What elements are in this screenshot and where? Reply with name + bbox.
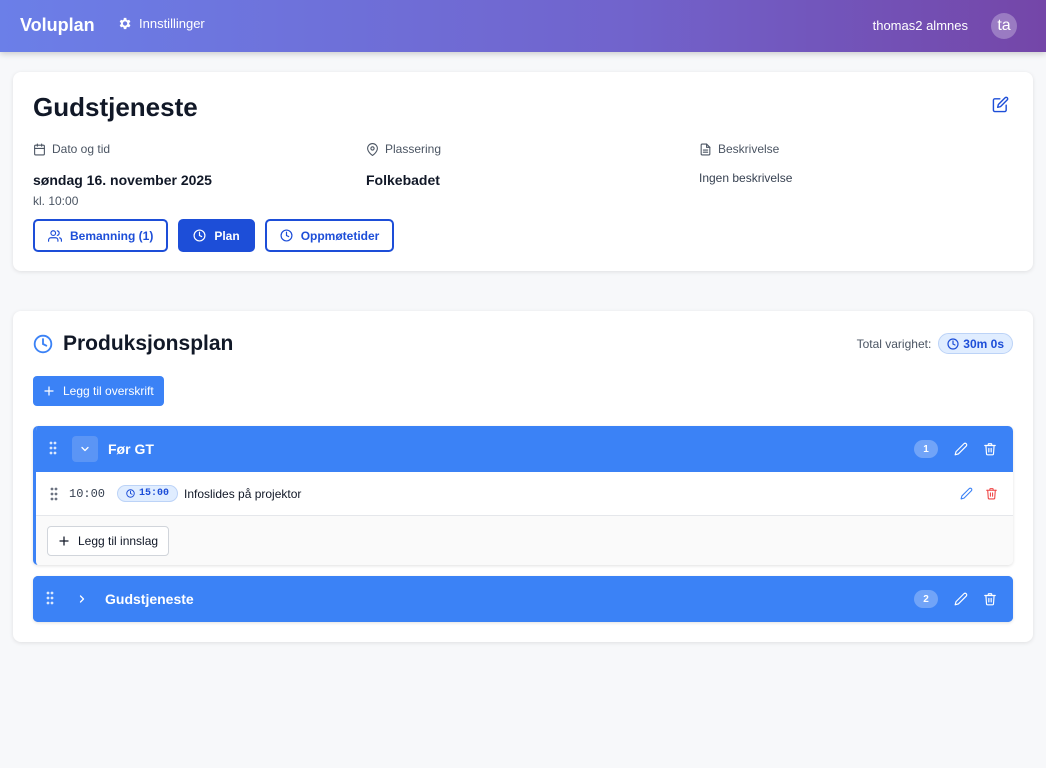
clock-icon — [947, 337, 959, 350]
location-label: Plassering — [385, 142, 442, 156]
tab-oppmotetider[interactable]: Oppmøtetider — [264, 219, 395, 252]
edit-item-button[interactable] — [960, 487, 973, 500]
add-item-button[interactable]: Legg til innslag — [47, 526, 170, 556]
item-duration: 15:00 — [139, 488, 170, 499]
chevron-right-icon — [76, 593, 88, 605]
calendar-icon — [33, 143, 46, 156]
clock-icon — [126, 489, 135, 498]
event-tabs: Bemanning (1) Plan Oppmøtetider — [33, 219, 395, 252]
collapse-toggle[interactable] — [72, 436, 98, 462]
item-start-time: 10:00 — [69, 487, 106, 501]
location-info: Plassering Folkebadet — [366, 142, 441, 188]
description-info: Beskrivelse Ingen beskrivelse — [699, 142, 792, 185]
plan-section: Før GT 1 10:00 15:00 Infoslides på proje… — [33, 426, 1013, 565]
plus-icon — [43, 385, 55, 397]
duration-badge: 30m 0s — [938, 333, 1013, 354]
total-duration-label: Total varighet: — [856, 336, 932, 351]
description-value: Ingen beskrivelse — [699, 171, 793, 185]
trash-icon — [985, 487, 998, 500]
plan-section: Gudstjeneste 2 — [33, 576, 1013, 622]
top-bar: Voluplan Innstillinger thomas2 almnes ta — [0, 0, 1046, 52]
page-title: Gudstjeneste — [33, 92, 198, 122]
add-heading-label: Legg til overskrift — [63, 384, 154, 398]
clock-icon — [33, 334, 53, 354]
edit-event-button[interactable] — [992, 96, 1009, 113]
total-duration-value: 30m 0s — [963, 336, 1004, 351]
list-item: 10:00 15:00 Infoslides på projektor — [36, 472, 1013, 516]
date-label: Dato og tid — [52, 142, 111, 156]
add-item-label: Legg til innslag — [78, 534, 159, 548]
section-header: Gudstjeneste 2 — [33, 576, 1013, 622]
section-title: Gudstjeneste — [105, 591, 194, 607]
section-header: Før GT 1 — [36, 426, 1013, 472]
edit-section-button[interactable] — [954, 442, 968, 456]
delete-section-button[interactable] — [983, 592, 997, 606]
drag-handle-icon[interactable] — [50, 487, 58, 501]
avatar[interactable]: ta — [991, 13, 1017, 39]
expand-toggle[interactable] — [69, 586, 95, 612]
date-value: søndag 16. november 2025 — [33, 172, 212, 188]
date-info: Dato og tid søndag 16. november 2025 kl.… — [33, 142, 212, 208]
tab-label: Oppmøtetider — [300, 228, 380, 243]
pencil-icon — [954, 592, 968, 606]
tab-label: Bemanning (1) — [70, 228, 154, 243]
user-name[interactable]: thomas2 almnes — [873, 18, 968, 33]
clock-icon — [280, 229, 293, 242]
pencil-icon — [960, 487, 973, 500]
settings-label: Innstillinger — [139, 16, 205, 31]
event-card: Gudstjeneste Dato og tid søndag 16. nove… — [13, 72, 1033, 271]
settings-link[interactable]: Innstillinger — [117, 16, 205, 31]
plan-title: Produksjonsplan — [63, 332, 234, 355]
gear-icon — [117, 16, 132, 31]
item-duration-badge: 15:00 — [117, 485, 179, 502]
drag-handle-icon[interactable] — [46, 591, 54, 605]
description-label: Beskrivelse — [718, 142, 780, 156]
brand-logo[interactable]: Voluplan — [20, 15, 95, 36]
add-heading-button[interactable]: Legg til overskrift — [33, 376, 164, 406]
total-duration: Total varighet: 30m 0s — [857, 333, 1013, 354]
delete-item-button[interactable] — [985, 487, 998, 500]
item-count-badge: 2 — [914, 590, 938, 608]
trash-icon — [983, 592, 997, 606]
location-label-row: Plassering — [366, 142, 441, 156]
trash-icon — [983, 442, 997, 456]
item-count-badge: 1 — [914, 440, 938, 458]
date-label-row: Dato og tid — [33, 142, 212, 156]
map-pin-icon — [366, 142, 379, 156]
description-label-row: Beskrivelse — [699, 142, 792, 156]
plan-card: Produksjonsplan Total varighet: 30m 0s L… — [13, 311, 1033, 642]
pencil-icon — [954, 442, 968, 456]
document-icon — [699, 143, 712, 156]
users-icon — [48, 229, 62, 243]
clock-icon — [193, 229, 206, 242]
tab-bemanning[interactable]: Bemanning (1) — [33, 219, 169, 252]
chevron-down-icon — [79, 443, 91, 455]
plan-header: Produksjonsplan — [33, 332, 233, 356]
tab-label: Plan — [214, 228, 240, 243]
section-title: Før GT — [108, 441, 154, 457]
plus-icon — [58, 535, 70, 547]
edit-section-button[interactable] — [954, 592, 968, 606]
edit-icon — [992, 96, 1009, 113]
location-value: Folkebadet — [366, 172, 440, 188]
add-item-area: Legg til innslag — [36, 516, 1013, 565]
item-title: Infoslides på projektor — [184, 487, 302, 501]
tab-plan[interactable]: Plan — [178, 219, 255, 252]
time-value: kl. 10:00 — [33, 194, 79, 208]
drag-handle-icon[interactable] — [49, 441, 57, 455]
delete-section-button[interactable] — [983, 442, 997, 456]
